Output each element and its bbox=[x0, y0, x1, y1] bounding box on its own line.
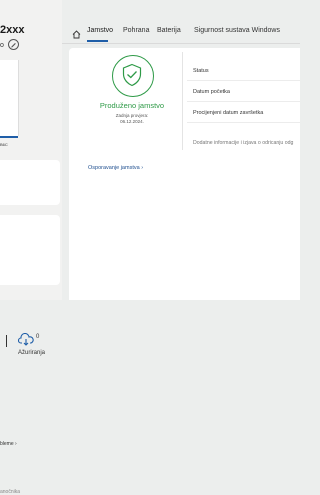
support-card: bleme › anočnika bbox=[0, 215, 60, 495]
row-divider bbox=[187, 122, 300, 123]
tab-storage[interactable]: Pohrana bbox=[123, 27, 149, 34]
warranty-dispute-link[interactable]: Osporavanje jamstva › bbox=[88, 165, 143, 171]
status-label: Status bbox=[193, 68, 209, 74]
quick-actions-card: 0 Ažuriranja bbox=[0, 160, 60, 356]
last-check-date: 06.12.2024. bbox=[120, 119, 144, 124]
end-date-label: Procijenjeni datum završetka bbox=[193, 110, 264, 116]
tab-windows-security[interactable]: Sigurnost sustava Windows bbox=[194, 27, 280, 34]
warranty-panel bbox=[69, 48, 300, 300]
warranty-status-badge bbox=[112, 55, 154, 97]
device-image bbox=[0, 60, 19, 136]
problems-link[interactable]: bleme › bbox=[0, 441, 17, 447]
manual-link[interactable]: anočnika bbox=[0, 489, 20, 495]
updates-count: 0 bbox=[36, 334, 40, 340]
device-panel: 2xxx o B6C 0 Ažuriranja bleme › anočnika bbox=[0, 0, 62, 495]
tab-separator bbox=[62, 43, 300, 44]
device-model: B6C bbox=[0, 142, 8, 147]
details-divider bbox=[182, 52, 183, 150]
last-check-label: Zadnja provjera: bbox=[115, 113, 149, 118]
tab-battery[interactable]: Baterija bbox=[157, 27, 181, 34]
row-divider bbox=[187, 80, 300, 81]
shield-check-icon bbox=[122, 63, 142, 87]
disclaimer-link[interactable]: Dodatne informacije i izjava o odricanju… bbox=[193, 140, 293, 146]
stat-divider bbox=[0, 335, 7, 347]
home-icon[interactable] bbox=[72, 26, 81, 44]
device-image-accent bbox=[0, 136, 18, 138]
device-subtitle: o bbox=[0, 42, 4, 49]
active-tab-indicator bbox=[87, 40, 108, 42]
tab-warranty[interactable]: Jamstvo bbox=[87, 27, 113, 34]
warranty-status-title: Produženo jamstvo bbox=[99, 101, 165, 110]
device-name: 2xxx bbox=[0, 24, 25, 36]
edit-icon[interactable] bbox=[8, 39, 19, 50]
updates-button[interactable]: Ažuriranja bbox=[18, 350, 45, 356]
tab-bar: Jamstvo Pohrana Baterija Sigurnost susta… bbox=[62, 18, 300, 44]
cloud-download-icon[interactable] bbox=[17, 332, 34, 351]
row-divider bbox=[187, 101, 300, 102]
start-date-label: Datum početka bbox=[193, 89, 230, 95]
